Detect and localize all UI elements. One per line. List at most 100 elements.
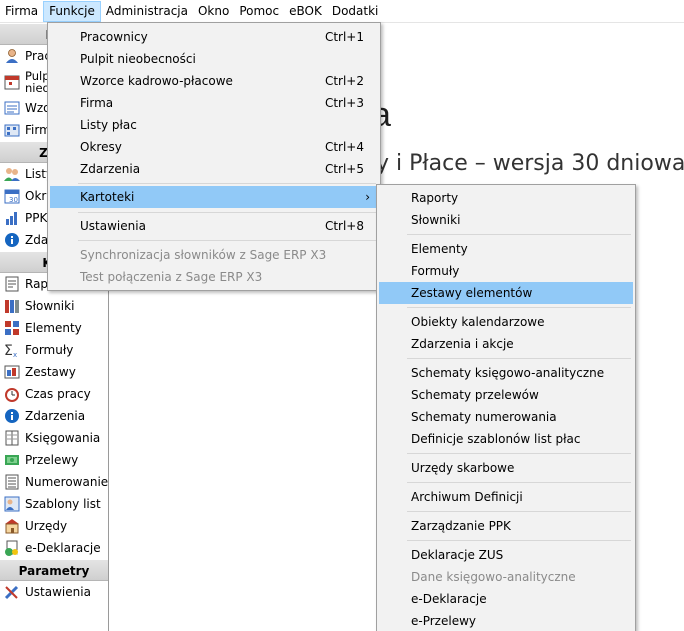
menu-item-okresy[interactable]: Okresy Ctrl+4 <box>50 136 378 158</box>
calendar-icon: 30 <box>4 188 20 204</box>
menu-item-pulpit-nieobecnosci[interactable]: Pulpit nieobecności <box>50 48 378 70</box>
submenu-item-schematy-numerowania[interactable]: Schematy numerowania <box>379 406 633 428</box>
menu-okno[interactable]: Okno <box>193 1 234 22</box>
list-template-icon <box>4 496 20 512</box>
sidebar-item-label: Czas pracy <box>25 387 91 401</box>
menu-item-shortcut: Ctrl+8 <box>324 219 364 233</box>
menu-item-label: Ustawienia <box>80 219 146 233</box>
menu-item-listy-plac[interactable]: Listy płac <box>50 114 378 136</box>
menu-item-zdarzenia[interactable]: Zdarzenia Ctrl+5 <box>50 158 378 180</box>
alarm-clock-icon <box>4 386 20 402</box>
menu-item-label: Okresy <box>80 140 122 154</box>
tools-icon <box>4 584 20 600</box>
submenu-item-obiekty-kalendarzowe[interactable]: Obiekty kalendarzowe <box>379 311 633 333</box>
menu-item-shortcut: Ctrl+1 <box>324 30 364 44</box>
menubar: Firma Funkcje Administracja Okno Pomoc e… <box>0 0 684 23</box>
sidebar-item-ustawienia[interactable]: Ustawienia <box>0 581 108 603</box>
set-icon <box>4 364 20 380</box>
menu-item-ustawienia[interactable]: Ustawienia Ctrl+8 <box>50 215 378 237</box>
submenu-item-schematy-ksiegowo[interactable]: Schematy księgowo-analityczne <box>379 362 633 384</box>
sidebar-item-szablony-list[interactable]: Szablony list <box>0 493 108 515</box>
submenu-item-raporty[interactable]: Raporty <box>379 187 633 209</box>
menu-pomoc[interactable]: Pomoc <box>234 1 284 22</box>
submenu-item-definicje-szablonow[interactable]: Definicje szablonów list płac <box>379 428 633 450</box>
menu-funkcje[interactable]: Funkcje <box>43 0 101 22</box>
submenu-item-zarzadzanie-ppk[interactable]: Zarządzanie PPK <box>379 515 633 537</box>
menu-item-label: Schematy numerowania <box>411 410 557 424</box>
menu-item-label: Zdarzenia i akcje <box>411 337 514 351</box>
menu-item-label: Firma <box>80 96 114 110</box>
sidebar-item-label: PPK <box>25 211 48 225</box>
menu-item-label: Urzędy skarbowe <box>411 461 515 475</box>
menu-item-label: Test połączenia z Sage ERP X3 <box>80 270 263 284</box>
menu-firma[interactable]: Firma <box>0 1 43 22</box>
menu-item-label: Deklaracje ZUS <box>411 548 504 562</box>
submenu-item-zdarzenia-i-akcje[interactable]: Zdarzenia i akcje <box>379 333 633 355</box>
sidebar-item-numerowanie[interactable]: Numerowanie <box>0 471 108 493</box>
menu-item-firma[interactable]: Firma Ctrl+3 <box>50 92 378 114</box>
svg-text:Σ: Σ <box>4 343 13 358</box>
kartoteki-submenu: Raporty Słowniki Elementy Formuły Zestaw… <box>376 184 636 631</box>
submenu-item-elementy[interactable]: Elementy <box>379 238 633 260</box>
declaration-icon <box>4 540 20 556</box>
menu-separator <box>78 240 376 241</box>
report-icon <box>4 276 20 292</box>
menu-dodatki[interactable]: Dodatki <box>327 1 384 22</box>
sidebar-item-elementy[interactable]: Elementy <box>0 317 108 339</box>
sidebar-section-header[interactable]: Parametry <box>0 559 108 581</box>
sidebar-item-urzedy[interactable]: Urzędy <box>0 515 108 537</box>
numbering-icon <box>4 474 20 490</box>
sidebar-item-label: e-Deklaracje <box>25 541 101 555</box>
menu-item-label: Schematy księgowo-analityczne <box>411 366 605 380</box>
menu-item-label: Formuły <box>411 264 460 278</box>
menu-item-label: Słowniki <box>411 213 461 227</box>
submenu-item-deklaracje-zus[interactable]: Deklaracje ZUS <box>379 544 633 566</box>
menu-item-label: Obiekty kalendarzowe <box>411 315 545 329</box>
menu-item-shortcut: Ctrl+3 <box>324 96 364 110</box>
menu-item-label: Synchronizacja słowników z Sage ERP X3 <box>80 248 327 262</box>
funkcje-dropdown-menu: Pracownicy Ctrl+1 Pulpit nieobecności Wzo… <box>47 22 381 291</box>
sidebar-item-czas-pracy[interactable]: Czas pracy <box>0 383 108 405</box>
submenu-item-zestawy-elementow[interactable]: Zestawy elementów <box>379 282 633 304</box>
calendar-icon <box>4 74 20 90</box>
submenu-item-e-przelewy[interactable]: e-Przelewy <box>379 610 633 631</box>
formula-icon: Σx <box>4 342 20 358</box>
submenu-item-slowniki[interactable]: Słowniki <box>379 209 633 231</box>
office-icon <box>4 518 20 534</box>
transfer-icon <box>4 452 20 468</box>
menu-item-label: Raporty <box>411 191 459 205</box>
menu-item-label: Pracownicy <box>80 30 148 44</box>
submenu-item-schematy-przelewow[interactable]: Schematy przelewów <box>379 384 633 406</box>
sidebar-item-zdarzenia-kart[interactable]: Zdarzenia <box>0 405 108 427</box>
sidebar-item-zestawy[interactable]: Zestawy <box>0 361 108 383</box>
sidebar-item-e-deklaracje[interactable]: e-Deklaracje <box>0 537 108 559</box>
menu-administracja[interactable]: Administracja <box>101 1 193 22</box>
menu-ebok[interactable]: eBOK <box>284 1 327 22</box>
submenu-item-formuly[interactable]: Formuły <box>379 260 633 282</box>
menu-separator <box>407 511 631 512</box>
submenu-item-urzedy-skarbowe[interactable]: Urzędy skarbowe <box>379 457 633 479</box>
sidebar-item-label: Szablony list <box>25 497 101 511</box>
menu-separator <box>407 307 631 308</box>
menu-item-label: Zarządzanie PPK <box>411 519 511 533</box>
sidebar-item-label: Przelewy <box>25 453 79 467</box>
menu-item-label: Listy płac <box>80 118 137 132</box>
svg-text:30: 30 <box>9 196 18 204</box>
sidebar-item-przelewy[interactable]: Przelewy <box>0 449 108 471</box>
menu-item-wzorce[interactable]: Wzorce kadrowo-płacowe Ctrl+2 <box>50 70 378 92</box>
menu-separator <box>407 358 631 359</box>
menu-item-kartoteki[interactable]: Kartoteki › <box>50 186 378 208</box>
element-icon <box>4 320 20 336</box>
sidebar-item-label: Zdarzenia <box>25 409 86 423</box>
menu-item-pracownicy[interactable]: Pracownicy Ctrl+1 <box>50 26 378 48</box>
menu-item-label: Wzorce kadrowo-płacowe <box>80 74 233 88</box>
submenu-item-dane-ksiegowo: Dane księgowo-analityczne <box>379 566 633 588</box>
menu-item-label: Zdarzenia <box>80 162 141 176</box>
chart-icon <box>4 210 20 226</box>
sidebar-item-ksiegowania[interactable]: Księgowania <box>0 427 108 449</box>
menu-item-label: Elementy <box>411 242 468 256</box>
submenu-item-e-deklaracje[interactable]: e-Deklaracje <box>379 588 633 610</box>
sidebar-item-slowniki[interactable]: Słowniki <box>0 295 108 317</box>
sidebar-item-formuly[interactable]: Σx Formuły <box>0 339 108 361</box>
submenu-item-archiwum-definicji[interactable]: Archiwum Definicji <box>379 486 633 508</box>
